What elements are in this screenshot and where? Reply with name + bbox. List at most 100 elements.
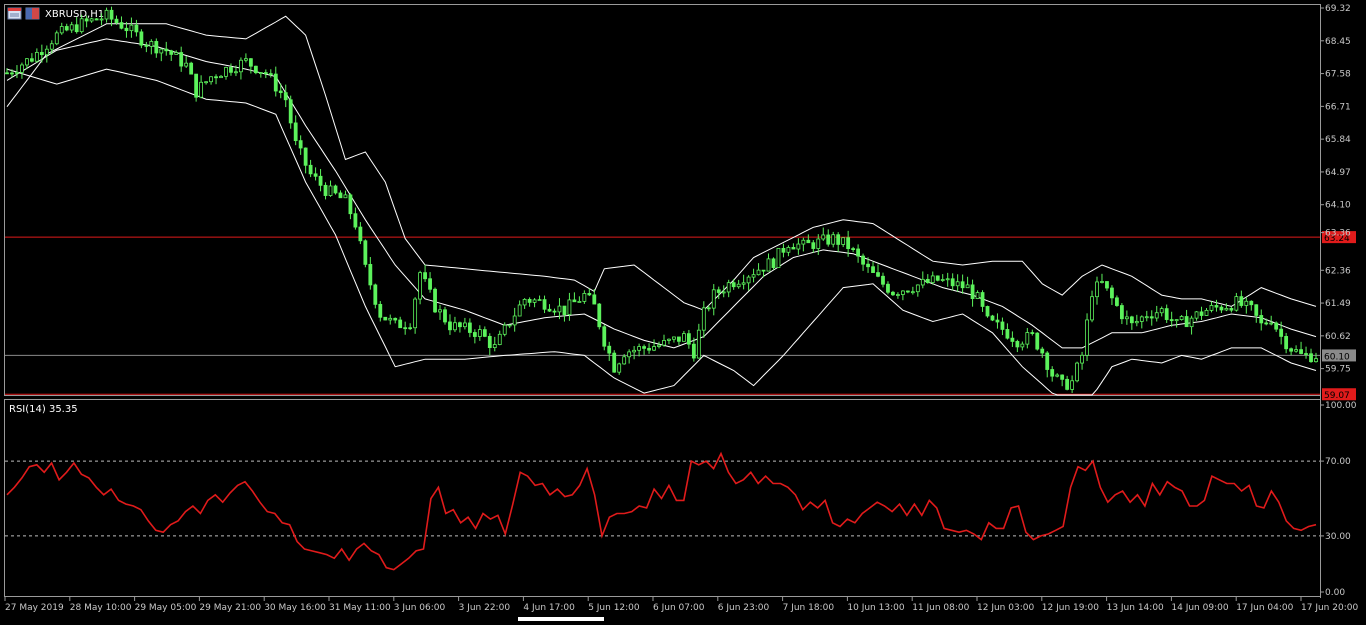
candle (1219, 305, 1224, 314)
candle (219, 74, 223, 79)
candle (229, 63, 233, 76)
candle (856, 244, 860, 263)
candle (1149, 310, 1154, 326)
candle (44, 45, 49, 63)
candle (701, 301, 706, 338)
time-tick-label: 12 Jun 03:00 (977, 603, 1034, 613)
candle (1214, 299, 1219, 312)
candle (378, 301, 383, 322)
candle (1090, 290, 1094, 323)
candle (129, 17, 134, 38)
candle (1314, 352, 1318, 363)
candle (1010, 331, 1015, 347)
candle (876, 264, 880, 278)
candle (1119, 303, 1124, 325)
candle (1254, 304, 1259, 323)
chart-window-icon[interactable] (7, 7, 22, 20)
candle (542, 295, 547, 314)
candle (736, 279, 741, 289)
time-tick-label: 28 May 10:00 (70, 603, 132, 613)
price-tick-label: 66.71 (1325, 102, 1351, 112)
candle (930, 271, 935, 285)
time-tick-label: 10 Jun 13:00 (847, 603, 904, 613)
candle (104, 7, 109, 23)
chart-window[interactable]: XBRUSD,H1 63.24 60.10 59.07 69.32 68.45 67.58… (0, 0, 1366, 621)
candle (383, 316, 388, 321)
rsi-levels (5, 460, 1320, 537)
horizontal-scroll-marker[interactable] (518, 617, 604, 621)
candle (448, 314, 452, 335)
candle (1294, 345, 1298, 353)
candle (1299, 341, 1303, 355)
time-tick-label: 3 Jun 06:00 (394, 603, 446, 613)
candle (1274, 321, 1279, 332)
candle (612, 350, 617, 373)
candle (597, 303, 602, 330)
candle (841, 237, 846, 248)
candle (652, 339, 656, 352)
candle (263, 69, 268, 79)
candle (1284, 332, 1289, 354)
candle (910, 286, 915, 295)
candle (363, 239, 368, 268)
price-tick-label: 69.32 (1325, 4, 1351, 14)
candle (20, 62, 24, 79)
candle (343, 190, 348, 199)
price-tick-label: 60.62 (1325, 332, 1351, 342)
time-tick-label: 29 May 05:00 (135, 603, 197, 613)
candle (64, 23, 69, 32)
candle (741, 274, 746, 290)
candle (1164, 304, 1169, 323)
candle (69, 21, 74, 33)
candle (497, 330, 502, 346)
candle (572, 292, 577, 303)
candle (308, 159, 313, 178)
candle (1179, 315, 1184, 321)
candle (109, 6, 114, 27)
candle (1080, 351, 1084, 370)
candle (905, 290, 910, 294)
candle (492, 336, 497, 352)
candle (632, 346, 637, 360)
candle (607, 341, 612, 361)
candle (258, 72, 263, 78)
chart-window-icon[interactable] (25, 7, 40, 20)
main-pane-frame (4, 4, 1321, 396)
candle (268, 69, 273, 78)
candle (1060, 374, 1065, 387)
candle (398, 316, 403, 329)
candle (527, 297, 532, 307)
price-tick-label: 64.97 (1325, 168, 1351, 178)
candle (781, 243, 786, 258)
candle (1085, 313, 1089, 362)
time-tick-label: 11 Jun 08:00 (912, 603, 969, 613)
candle (1309, 348, 1313, 363)
price-tick-label: 61.49 (1325, 299, 1351, 309)
time-tick-label: 6 Jun 23:00 (718, 603, 770, 613)
candle (54, 30, 59, 46)
candle (418, 270, 423, 305)
candle (801, 237, 806, 252)
candle (204, 81, 208, 85)
rsi-tick-label: 70.00 (1325, 457, 1351, 467)
candle (617, 362, 622, 375)
candle (940, 274, 945, 282)
symbol-label: XBRUSD,H1 (45, 9, 104, 20)
candle (179, 46, 184, 72)
time-tick-label: 12 Jun 19:00 (1042, 603, 1099, 613)
chart-canvas[interactable]: XBRUSD,H1 63.2460.1059.0769.3268.4567.58… (0, 0, 1366, 621)
candle (547, 304, 552, 312)
candle (214, 74, 218, 85)
candle (1229, 306, 1234, 313)
candle (169, 49, 174, 61)
candle (696, 323, 701, 359)
candle (333, 184, 338, 195)
bollinger-lower-band (6, 68, 1317, 396)
candle (975, 290, 980, 300)
candle (1045, 351, 1050, 378)
candle (960, 274, 965, 294)
candle (1100, 273, 1104, 284)
time-tick-label: 31 May 11:00 (329, 603, 391, 613)
candle (900, 290, 905, 301)
candle (507, 324, 512, 329)
